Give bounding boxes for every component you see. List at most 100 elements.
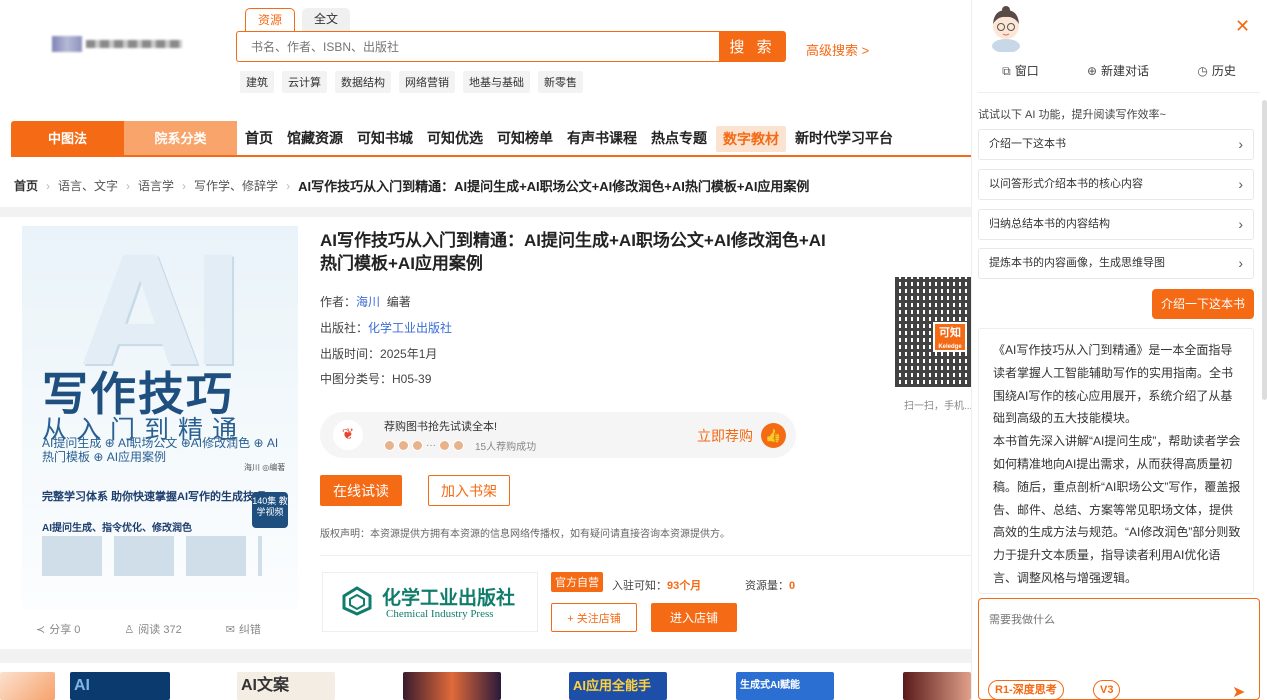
hot-tag[interactable]: 云计算 bbox=[282, 71, 327, 93]
nav-item-new-era-learning[interactable]: 新时代学习平台 bbox=[788, 121, 900, 156]
report-error-button[interactable]: ✉ 纠错 bbox=[226, 621, 261, 637]
ai-history-button[interactable]: ◷ 历史 bbox=[1197, 62, 1236, 79]
ai-suggestion[interactable]: 归纳总结本书的内容结构 › bbox=[978, 209, 1254, 240]
related-book[interactable]: AI bbox=[70, 672, 170, 700]
ai-suggestion[interactable]: 介绍一下这本书 › bbox=[978, 129, 1254, 160]
nav-item-hot-topics[interactable]: 热点专题 bbox=[644, 121, 714, 156]
ai-window-button[interactable]: ⧉ 窗口 bbox=[1002, 62, 1039, 79]
nav-item-selected[interactable]: 可知优选 bbox=[420, 121, 490, 156]
nav-item-bookstore[interactable]: 可知书城 bbox=[350, 121, 420, 156]
recommend-text: 荐购图书抢先试读全本! bbox=[384, 421, 498, 433]
related-book[interactable] bbox=[403, 672, 501, 700]
related-books-row: AI AI文案 AI应用全能手 生成式AI赋能 bbox=[0, 663, 978, 700]
author-link[interactable]: 海川 bbox=[356, 295, 380, 309]
recommend-users: ··· 15人荐购成功 bbox=[384, 438, 536, 453]
close-icon[interactable]: ✕ bbox=[1235, 16, 1250, 37]
divider bbox=[978, 92, 1260, 93]
book-publisher: 出版社：化学工业出版社 bbox=[320, 321, 453, 335]
nav-category-tabs: 中图法 院系分类 bbox=[11, 121, 237, 156]
clock-icon: ◷ bbox=[1197, 64, 1208, 78]
ai-answer-paragraph: 本书首先深入讲解“AI提问生成”，帮助读者学会如何精准地向AI提出需求，从而获得… bbox=[993, 434, 1241, 585]
enter-store-button[interactable]: 进入店铺 bbox=[651, 603, 737, 632]
nav-underline bbox=[11, 155, 971, 157]
cover-topics: AI提问生成 ⊕ AI职场公文 ⊕AI修改润色 ⊕ AI热门模板 ⊕ AI应用案… bbox=[42, 436, 279, 464]
book-title: AI写作技巧从入门到精通：AI提问生成+AI职场公文+AI修改润色+AI热门模板… bbox=[320, 231, 826, 273]
read-count: ♙ 阅读 372 bbox=[124, 624, 182, 636]
chevron-right-icon: › bbox=[1238, 216, 1243, 232]
related-book[interactable] bbox=[903, 672, 971, 700]
chevron-right-icon: › bbox=[1238, 176, 1243, 192]
nav-department[interactable]: 院系分类 bbox=[124, 121, 237, 156]
ai-scrollbar[interactable] bbox=[1262, 100, 1267, 400]
ai-suggestion[interactable]: 以问答形式介绍本书的核心内容 › bbox=[978, 169, 1254, 200]
book-author: 作者：海川 编著 bbox=[320, 295, 411, 309]
publisher-link[interactable]: 化学工业出版社 bbox=[368, 321, 452, 335]
hot-search-tags: 建筑 云计算 数据结构 网络营销 地基与基础 新零售 bbox=[240, 71, 583, 93]
nav-item-collection[interactable]: 馆藏资源 bbox=[280, 121, 350, 156]
window-icon: ⧉ bbox=[1002, 64, 1011, 78]
copyright-notice: 版权声明：本资源提供方拥有本资源的信息网络传播权，如有疑问请直接咨询本资源提供方… bbox=[320, 529, 730, 540]
nav-item-digital-textbooks[interactable]: 数字教材 bbox=[716, 125, 786, 152]
ai-suggestion[interactable]: 提炼本书的内容画像，生成思维导图 › bbox=[978, 248, 1254, 279]
cover-author: 海川 ◎编著 bbox=[244, 463, 286, 472]
ai-tip-text: 试试以下 AI 功能，提升阅读写作效率~ bbox=[978, 109, 1166, 121]
ai-new-chat-button[interactable]: ⊕ 新建对话 bbox=[1087, 62, 1149, 79]
recommend-button[interactable]: 立即荐购 bbox=[697, 426, 753, 446]
chevron-right-icon: › bbox=[286, 178, 291, 193]
divider bbox=[0, 207, 978, 217]
related-book[interactable]: 生成式AI赋能 bbox=[736, 672, 834, 700]
plus-circle-icon: ⊕ bbox=[1086, 64, 1098, 78]
publisher-name-en: Chemical Industry Press bbox=[386, 608, 494, 620]
thumbs-up-icon[interactable]: 👍 bbox=[761, 423, 786, 448]
related-book-tab[interactable] bbox=[0, 672, 55, 700]
search-input[interactable] bbox=[236, 31, 720, 62]
related-book[interactable]: AI文案 bbox=[237, 672, 335, 700]
qr-caption: 扫一扫，手机... bbox=[904, 401, 973, 412]
chevron-right-icon: › bbox=[1238, 255, 1243, 271]
chevron-right-icon: › bbox=[1238, 136, 1243, 152]
official-badge: 官方自营 bbox=[551, 572, 603, 592]
book-classification: 中图分类号：H05-39 bbox=[320, 372, 432, 386]
ai-avatar-icon bbox=[992, 6, 1020, 52]
breadcrumb-item[interactable]: 语言学 bbox=[138, 177, 174, 194]
search-tab-fulltext[interactable]: 全文 bbox=[302, 8, 351, 32]
share-button[interactable]: ≺ 分享 0 bbox=[36, 621, 80, 637]
search-tab-resource[interactable]: 资源 bbox=[245, 8, 296, 32]
send-icon[interactable]: ➤ bbox=[1232, 682, 1245, 700]
share-icon: ≺ bbox=[36, 624, 46, 636]
nav-item-ranking[interactable]: 可知榜单 bbox=[490, 121, 560, 156]
chevron-right-icon: › bbox=[46, 178, 51, 193]
mail-icon: ✉ bbox=[225, 624, 235, 636]
ai-answer-paragraph: 《AI写作技巧从入门到精通》是一本全面指导读者掌握人工智能辅助写作的实用指南。全… bbox=[993, 343, 1234, 426]
cover-features: AI提问生成、指令优化、修改润色 bbox=[42, 523, 192, 534]
nav-item-home[interactable]: 首页 bbox=[238, 121, 280, 156]
advanced-search-link[interactable]: 高级搜索 > bbox=[806, 40, 869, 59]
breadcrumb-item[interactable]: 语言、文字 bbox=[58, 177, 118, 194]
related-book[interactable]: AI应用全能手 bbox=[569, 672, 667, 700]
cover-slogan: 完整学习体系 助你快速掌握AI写作的生成技巧 bbox=[42, 491, 266, 503]
book-cover-image[interactable]: AI 写作技巧 从入门到精通 AI提问生成 ⊕ AI职场公文 ⊕AI修改润色 ⊕… bbox=[22, 226, 298, 609]
nav-clc[interactable]: 中图法 bbox=[11, 121, 124, 156]
ai-model-v3-toggle[interactable]: V3 bbox=[1093, 680, 1121, 700]
follow-store-button[interactable]: + 关注店铺 bbox=[551, 603, 637, 632]
divider bbox=[0, 649, 978, 663]
add-to-shelf-button[interactable]: 加入书架 bbox=[428, 475, 510, 506]
chevron-right-icon: › bbox=[182, 178, 187, 193]
user-icon: ♙ bbox=[124, 624, 135, 636]
hot-tag[interactable]: 新零售 bbox=[538, 71, 583, 93]
hot-tag[interactable]: 地基与基础 bbox=[463, 71, 530, 93]
search-button[interactable]: 搜 索 bbox=[719, 31, 786, 62]
read-online-button[interactable]: 在线试读 bbox=[320, 475, 402, 506]
nav-item-audio-courses[interactable]: 有声书课程 bbox=[560, 121, 644, 156]
ai-model-r1-toggle[interactable]: R1-深度思考 bbox=[988, 680, 1064, 700]
hot-tag[interactable]: 建筑 bbox=[240, 71, 274, 93]
book-pub-date: 出版时间：2025年1月 bbox=[320, 347, 438, 361]
cover-details bbox=[42, 536, 262, 576]
hot-tag[interactable]: 网络营销 bbox=[399, 71, 455, 93]
breadcrumb-home[interactable]: 首页 bbox=[14, 177, 38, 194]
qr-code: 可知 Keledge bbox=[895, 277, 971, 389]
book-actions: ≺ 分享 0 ♙ 阅读 372 ✉ 纠错 bbox=[36, 621, 261, 637]
site-logo[interactable] bbox=[52, 36, 188, 52]
hot-tag[interactable]: 数据结构 bbox=[335, 71, 391, 93]
breadcrumb-item[interactable]: 写作学、修辞学 bbox=[194, 177, 278, 194]
